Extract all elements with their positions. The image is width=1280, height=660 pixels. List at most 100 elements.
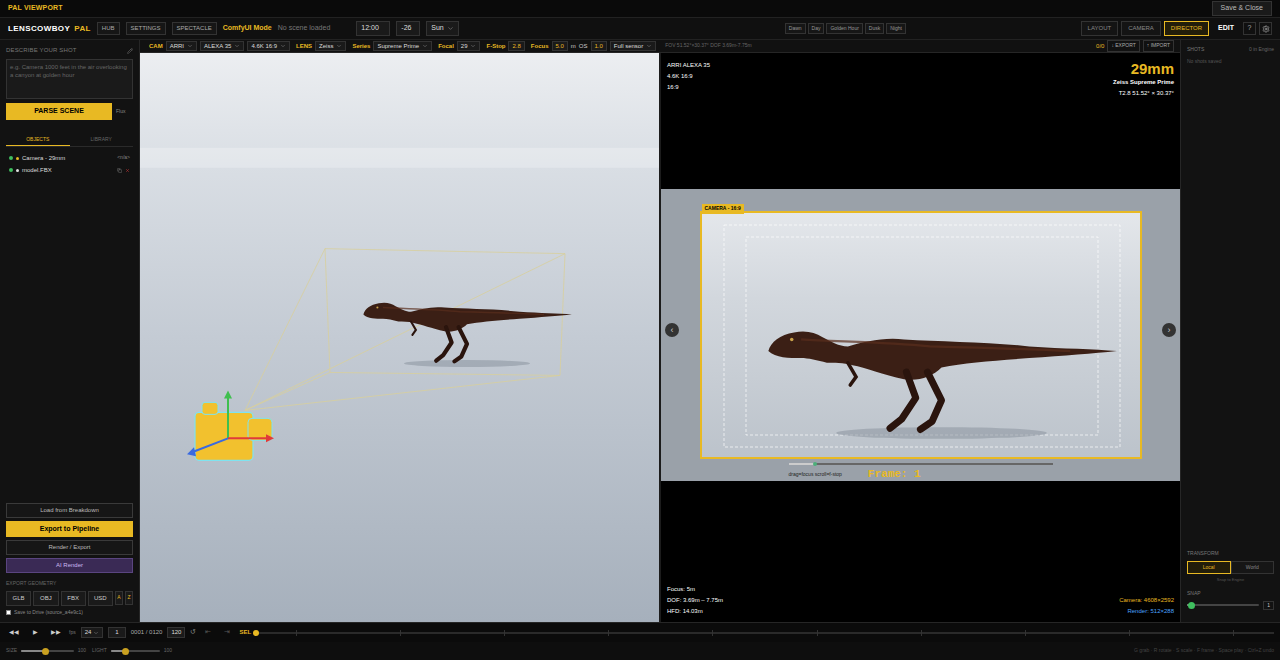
nav-button[interactable]: SETTINGS (126, 22, 166, 35)
edit-button[interactable]: EDIT (1212, 21, 1240, 36)
slider-thumb[interactable] (1188, 602, 1195, 609)
camera-select[interactable]: 29 (457, 41, 481, 51)
help-button[interactable]: ? (1243, 22, 1256, 35)
sidebar-action-button[interactable]: Render / Export (6, 540, 133, 555)
scene-render[interactable] (140, 53, 659, 622)
step-button[interactable]: ⇤ (201, 627, 215, 638)
save-close-button[interactable]: Save & Close (1212, 1, 1272, 16)
frame-label: CAMERA - 16:9 (702, 204, 744, 214)
object-row[interactable]: model.FBX (6, 165, 133, 175)
value-input[interactable]: 2.8 (508, 41, 524, 51)
focus-slider[interactable] (789, 462, 1053, 466)
format-option-button[interactable]: A (115, 591, 123, 605)
sidebar-tab[interactable]: OBJECTS (6, 134, 70, 147)
preview-header: ARRI ALEXA 354.6K 16:916:929mmZeiss Supr… (661, 53, 1180, 189)
next-shot-button[interactable]: › (1162, 323, 1176, 337)
format-button[interactable]: OBJ (33, 591, 58, 606)
camera-select[interactable]: Supreme Prime (373, 41, 432, 51)
lens-info: FOV 51.52°×30.37° DOF 3.69m-7.75m (665, 42, 751, 50)
nav-button[interactable]: HUB (97, 22, 120, 35)
object-row[interactable]: Camera - 29mm<n/a> (6, 153, 133, 163)
value-input[interactable]: 5.0 (552, 41, 568, 51)
shot-description-input[interactable]: e.g. Camera 1000 feet in the air overloo… (6, 59, 133, 99)
end-frame-input[interactable]: 120 (167, 627, 185, 638)
sidebar-action-button[interactable]: AI Render (6, 558, 133, 573)
checkbox-box[interactable] (6, 610, 11, 615)
sidebar-tab[interactable]: LIBRARY (70, 134, 134, 147)
delete-icon[interactable] (125, 168, 130, 173)
sel-label[interactable]: SEL (239, 628, 251, 637)
camera-select[interactable]: ALEXA 35 (200, 41, 244, 51)
scene-viewport[interactable] (140, 53, 659, 622)
format-option-button[interactable]: Z (125, 591, 133, 605)
space-option[interactable]: World (1231, 561, 1275, 575)
snap-slider[interactable] (1187, 601, 1259, 609)
loop-button[interactable]: ↺ (190, 627, 196, 638)
format-button[interactable]: FBX (61, 591, 86, 606)
snap-value[interactable]: 1 (1263, 601, 1274, 611)
raptor-model[interactable] (768, 331, 1117, 438)
preset-button[interactable]: Dusk (865, 23, 884, 35)
chevron-down-icon (646, 43, 652, 49)
fps-select[interactable]: 24 (81, 627, 104, 638)
object-name: Camera - 29mm (22, 154, 114, 163)
shots-empty: No shots saved (1187, 58, 1274, 66)
preset-button[interactable]: Dawn (785, 23, 806, 35)
view-tab[interactable]: LAYOUT (1081, 21, 1119, 36)
chevron-down-icon (470, 43, 476, 49)
camera-frame[interactable]: CAMERA - 16:9 (700, 211, 1142, 459)
camera-select[interactable]: Full sensor (610, 41, 656, 51)
model-label[interactable]: Flux (116, 108, 125, 116)
slider-thumb[interactable] (122, 648, 129, 655)
export-button[interactable]: ↓ EXPORT (1107, 40, 1139, 52)
drive-checkbox[interactable]: Save to Drive (source_a4e9c1) (6, 609, 133, 617)
sidebar-action-button[interactable]: Load from Breakdown (6, 503, 133, 518)
value-input[interactable]: 1.0 (591, 41, 607, 51)
shots-panel: SHOTS0 in EngineNo shots saved (1187, 46, 1274, 65)
offset-input[interactable]: -26 (396, 21, 420, 36)
export-geometry-label: EXPORT GEOMETRY (6, 580, 133, 588)
camera-select[interactable]: Zeiss (315, 41, 346, 51)
time-input[interactable]: 12:00 (356, 21, 390, 36)
parse-scene-button[interactable]: PARSE SCENE (6, 103, 112, 120)
format-button[interactable]: USD (88, 591, 113, 606)
preset-button[interactable]: Day (808, 23, 825, 35)
transport-button[interactable]: ▶ (27, 628, 43, 637)
frame-input[interactable]: 1 (108, 627, 125, 638)
sidebar-action-button[interactable]: Export to Pipeline (6, 521, 133, 538)
camera-gizmo[interactable] (187, 390, 274, 460)
chevron-down-icon (447, 25, 454, 32)
camera-select[interactable]: ARRI (166, 41, 197, 51)
camera-select[interactable]: 4.6K 16:9 (247, 41, 290, 51)
previous-shot-button[interactable]: ‹ (665, 323, 679, 337)
import-button[interactable]: ↑ IMPORT (1143, 40, 1174, 52)
settings-button[interactable] (1259, 22, 1272, 35)
slider-thumb[interactable] (42, 648, 49, 655)
raptor-model[interactable] (363, 303, 572, 367)
transport-button[interactable]: ◀◀ (6, 628, 22, 637)
center-area: CAMARRIALEXA 354.6K 16:9LENSZeissSeriesS… (140, 40, 1180, 622)
transport-button[interactable]: ▶▶ (48, 628, 64, 637)
duplicate-icon[interactable] (117, 168, 122, 173)
timeline-track[interactable] (256, 628, 1274, 638)
step-button[interactable]: ⇥ (220, 627, 234, 638)
field-label: Focus (531, 42, 549, 51)
footer-slider[interactable] (21, 647, 74, 655)
timeline-tick (1129, 630, 1130, 636)
focus-thumb[interactable] (813, 462, 817, 466)
preset-button[interactable]: Night (886, 23, 906, 35)
focus-hint: drag=focus scroll=f-stop (789, 471, 842, 479)
visibility-dot[interactable] (9, 168, 13, 172)
visibility-dot[interactable] (9, 156, 13, 160)
view-tab[interactable]: DIRECTOR (1164, 21, 1209, 36)
nav-button[interactable]: SPECTACLE (172, 22, 217, 35)
sun-select[interactable]: Sun (426, 21, 458, 36)
pencil-icon[interactable] (127, 48, 133, 54)
space-option[interactable]: Local (1187, 561, 1231, 575)
preset-button[interactable]: Golden Hour (826, 23, 862, 35)
playhead[interactable] (253, 630, 259, 636)
format-button[interactable]: GLB (6, 591, 31, 606)
view-tab[interactable]: CAMERA (1121, 21, 1161, 36)
field-label: F-Stop (486, 42, 505, 51)
footer-slider[interactable] (111, 647, 160, 655)
